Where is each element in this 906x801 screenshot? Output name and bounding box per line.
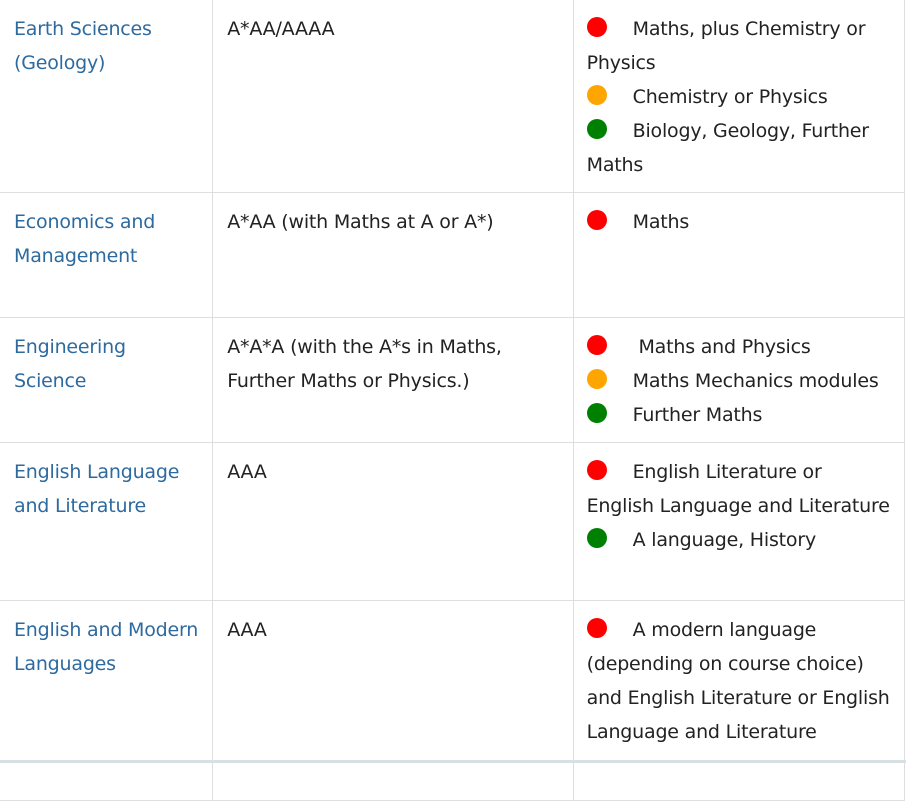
subject-item: Maths, plus Chemistry or Physics — [586, 12, 892, 80]
subject-text: Maths Mechanics modules — [632, 370, 879, 392]
subject-item: A language, History — [586, 523, 892, 557]
green-dot-icon — [586, 403, 607, 423]
green-dot-icon — [586, 528, 607, 548]
subjects-cell: English Literature or English Language a… — [572, 442, 906, 601]
subjects-cell: A modern language (depending on course c… — [572, 600, 906, 801]
subject-item: English Literature or English Language a… — [586, 455, 892, 523]
table-row: Earth Sciences (Geology) A*AA/AAAA Maths… — [0, 0, 906, 193]
subject-text: Maths and Physics — [632, 336, 811, 358]
red-dot-icon — [586, 618, 607, 638]
course-cell: Economics and Management — [0, 192, 214, 318]
subject-text: English Literature or English Language a… — [586, 461, 890, 517]
subject-item: Biology, Geology, Further Maths — [586, 114, 892, 182]
subject-text: Maths — [632, 211, 690, 233]
course-link[interactable]: English and Modern Languages — [14, 619, 198, 675]
course-cell: English Language and Literature — [0, 442, 214, 601]
subject-text: A language, History — [632, 529, 817, 551]
grades-cell: A*AA/AAAA — [212, 0, 574, 193]
course-requirements-table: Earth Sciences (Geology) A*AA/AAAA Maths… — [0, 0, 906, 801]
subject-text: Maths, plus Chemistry or Physics — [586, 18, 866, 74]
subject-text: A modern language (depending on course c… — [586, 619, 890, 743]
subjects-cell: Maths, plus Chemistry or Physics Chemist… — [572, 0, 906, 193]
red-dot-icon — [586, 210, 607, 230]
course-cell: English and Modern Languages — [0, 600, 214, 801]
course-cell: Engineering Science — [0, 317, 214, 443]
table-row: Economics and Management A*AA (with Math… — [0, 192, 906, 318]
subject-item: A modern language (depending on course c… — [586, 613, 892, 749]
subjects-cell: Maths and Physics Maths Mechanics module… — [572, 317, 906, 443]
course-link[interactable]: Economics and Management — [14, 211, 155, 267]
grades-cell: AAA — [212, 600, 574, 801]
course-cell: Earth Sciences (Geology) — [0, 0, 214, 193]
course-link[interactable]: English Language and Literature — [14, 461, 179, 517]
orange-dot-icon — [586, 85, 607, 105]
orange-dot-icon — [586, 369, 607, 389]
green-dot-icon — [586, 119, 607, 139]
course-link[interactable]: Engineering Science — [14, 336, 126, 392]
subject-text: Further Maths — [632, 404, 763, 426]
subject-text: Biology, Geology, Further Maths — [586, 120, 869, 176]
subject-item: Further Maths — [586, 398, 892, 432]
subject-item: Maths Mechanics modules — [586, 364, 892, 398]
red-dot-icon — [586, 460, 607, 480]
course-link[interactable]: Earth Sciences (Geology) — [14, 18, 152, 74]
table-row: Engineering Science A*A*A (with the A*s … — [0, 317, 906, 443]
subjects-cell: Maths — [572, 192, 906, 318]
grades-cell: AAA — [212, 442, 574, 601]
subject-item: Chemistry or Physics — [586, 80, 892, 114]
red-dot-icon — [586, 335, 607, 355]
subject-item: Maths — [586, 205, 892, 239]
subject-text: Chemistry or Physics — [632, 86, 828, 108]
grades-cell: A*AA (with Maths at A or A*) — [212, 192, 574, 318]
grades-cell: A*A*A (with the A*s in Maths, Further Ma… — [212, 317, 574, 443]
red-dot-icon — [586, 17, 607, 37]
table-row: English Language and Literature AAA Engl… — [0, 442, 906, 601]
subject-item: Maths and Physics — [586, 330, 892, 364]
table-row: English and Modern Languages AAA A moder… — [0, 600, 906, 801]
